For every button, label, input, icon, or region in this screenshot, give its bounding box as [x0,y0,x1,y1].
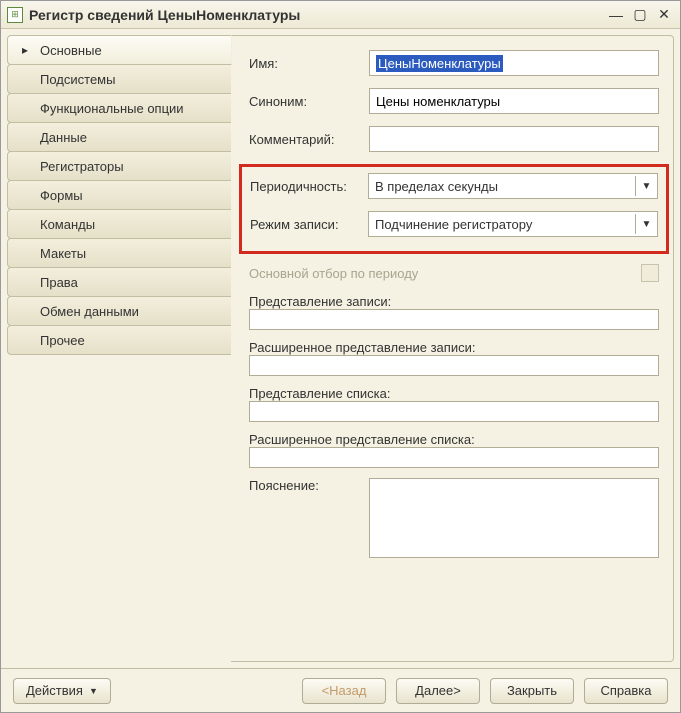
record-presentation-input[interactable] [249,309,659,330]
next-button[interactable]: Далее> [396,678,480,704]
tab-main[interactable]: Основные [7,35,232,65]
close-label: Закрыть [507,683,557,698]
chevron-down-icon: ▼ [89,686,98,696]
ext-list-presentation-input[interactable] [249,447,659,468]
record-presentation-label: Представление записи: [249,294,659,309]
synonym-label: Синоним: [249,94,369,109]
main-filter-label: Основной отбор по периоду [249,266,418,281]
sidebar: Основные Подсистемы Функциональные опции… [7,35,232,662]
tab-data-exchange[interactable]: Обмен данными [7,296,232,326]
tab-label: Обмен данными [40,304,139,319]
tab-other[interactable]: Прочее [7,325,232,355]
row-synonym: Синоним: [249,88,659,114]
write-mode-value: Подчинение регистратору [375,217,532,232]
window: ⊞ Регистр сведений ЦеныНоменклатуры — ▢ … [0,0,681,713]
row-list-presentation: Представление списка: [249,386,659,422]
write-mode-select[interactable]: Подчинение регистратору ▼ [368,211,658,237]
minimize-button[interactable]: — [606,6,626,24]
tab-label: Команды [40,217,95,232]
explanation-label: Пояснение: [249,478,369,493]
ext-record-presentation-label: Расширенное представление записи: [249,340,659,355]
back-label: <Назад [322,683,367,698]
list-presentation-input[interactable] [249,401,659,422]
tab-label: Функциональные опции [40,101,184,116]
content-panel: Имя: ЦеныНоменклатуры Синоним: Комментар… [231,35,674,662]
name-label: Имя: [249,56,369,71]
list-presentation-label: Представление списка: [249,386,659,401]
tab-commands[interactable]: Команды [7,209,232,239]
periodicity-value: В пределах секунды [375,179,498,194]
comment-input[interactable] [369,126,659,152]
actions-button[interactable]: Действия ▼ [13,678,111,704]
next-label: Далее> [415,683,461,698]
register-icon: ⊞ [7,7,23,23]
help-button[interactable]: Справка [584,678,668,704]
tab-label: Данные [40,130,87,145]
row-comment: Комментарий: [249,126,659,152]
tab-forms[interactable]: Формы [7,180,232,210]
row-ext-list-presentation: Расширенное представление списка: [249,432,659,468]
tab-data[interactable]: Данные [7,122,232,152]
row-main-filter: Основной отбор по периоду [249,264,659,282]
tab-templates[interactable]: Макеты [7,238,232,268]
close-dialog-button[interactable]: Закрыть [490,678,574,704]
chevron-down-icon: ▼ [635,214,657,234]
chevron-down-icon: ▼ [635,176,657,196]
name-input[interactable]: ЦеныНоменклатуры [369,50,659,76]
tab-rights[interactable]: Права [7,267,232,297]
tab-functional-options[interactable]: Функциональные опции [7,93,232,123]
synonym-input[interactable] [369,88,659,114]
tab-label: Формы [40,188,83,203]
titlebar: ⊞ Регистр сведений ЦеныНоменклатуры — ▢ … [1,1,680,29]
tab-label: Прочее [40,333,85,348]
tab-label: Права [40,275,78,290]
window-title: Регистр сведений ЦеныНоменклатуры [29,7,606,23]
body: Основные Подсистемы Функциональные опции… [1,29,680,668]
row-record-presentation: Представление записи: [249,294,659,330]
tab-recorders[interactable]: Регистраторы [7,151,232,181]
ext-list-presentation-label: Расширенное представление списка: [249,432,659,447]
explanation-input[interactable] [369,478,659,558]
row-periodicity: Периодичность: В пределах секунды ▼ [250,173,658,199]
maximize-button[interactable]: ▢ [630,6,650,24]
close-button[interactable]: ✕ [654,6,674,24]
highlighted-section: Периодичность: В пределах секунды ▼ Режи… [239,164,669,254]
row-ext-record-presentation: Расширенное представление записи: [249,340,659,376]
actions-label: Действия [26,683,83,698]
main-filter-checkbox [641,264,659,282]
comment-label: Комментарий: [249,132,369,147]
tab-label: Макеты [40,246,86,261]
row-write-mode: Режим записи: Подчинение регистратору ▼ [250,211,658,237]
write-mode-label: Режим записи: [250,217,368,232]
window-controls: — ▢ ✕ [606,6,674,24]
ext-record-presentation-input[interactable] [249,355,659,376]
periodicity-select[interactable]: В пределах секунды ▼ [368,173,658,199]
row-name: Имя: ЦеныНоменклатуры [249,50,659,76]
help-label: Справка [601,683,652,698]
row-explanation: Пояснение: [249,478,659,558]
tab-label: Основные [40,43,102,58]
periodicity-label: Периодичность: [250,179,368,194]
tab-subsystems[interactable]: Подсистемы [7,64,232,94]
tab-label: Подсистемы [40,72,115,87]
footer: Действия ▼ <Назад Далее> Закрыть Справка [1,668,680,712]
tab-label: Регистраторы [40,159,124,174]
back-button[interactable]: <Назад [302,678,386,704]
name-value: ЦеныНоменклатуры [376,55,503,72]
